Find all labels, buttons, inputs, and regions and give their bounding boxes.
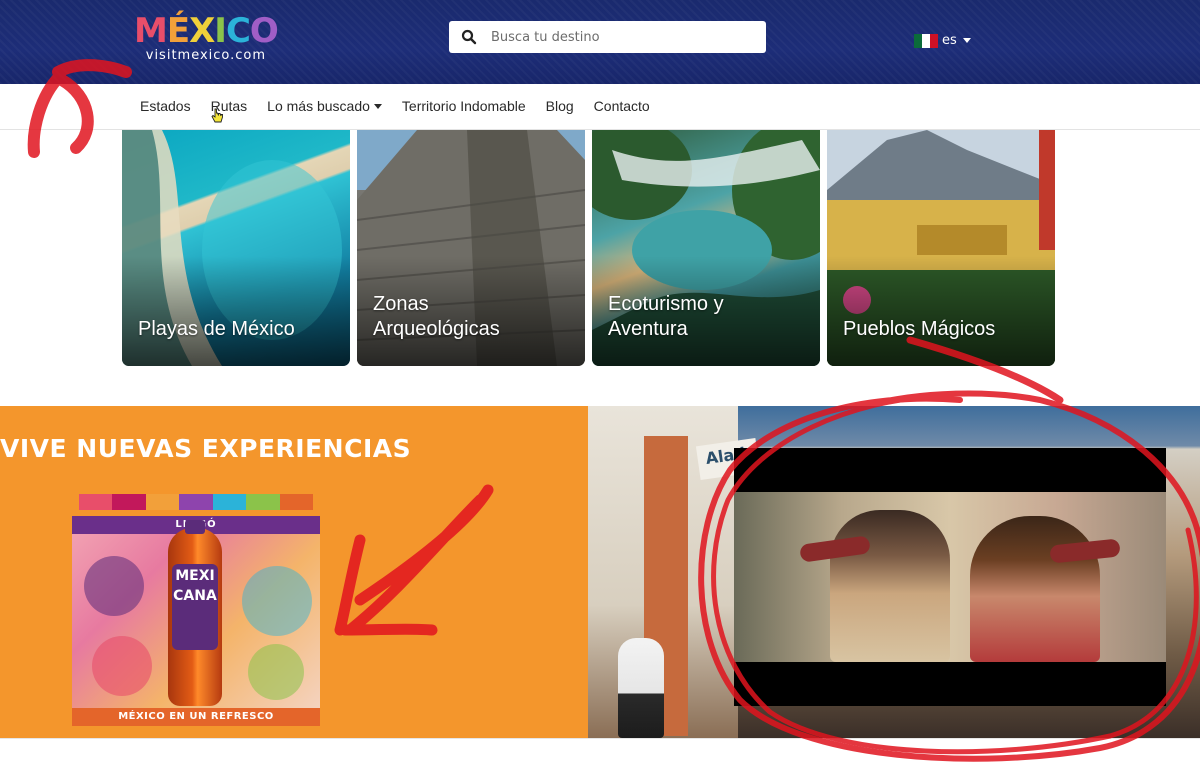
category-title: Playas de México [138, 318, 295, 340]
nav-item-label: Lo más buscado [267, 98, 370, 114]
logo-wordmark: MÉXICO [134, 11, 279, 51]
nav-item-territorio-indomable[interactable]: Territorio Indomable [402, 98, 526, 114]
nav-item-blog[interactable]: Blog [546, 98, 574, 114]
dropdown-caret-icon [373, 103, 382, 109]
pedestrian-figure [618, 638, 664, 738]
mexico-flag-icon [914, 33, 938, 48]
category-title: Zonas [373, 293, 429, 315]
language-selector[interactable]: es [914, 33, 971, 48]
nav-item-estados[interactable]: Estados [140, 98, 191, 114]
category-label: Ecoturismo y Aventura [608, 292, 724, 342]
logo-subtitle: visitmexico.com [145, 48, 267, 63]
decor-shape [242, 566, 312, 636]
poster-artwork: LLEGÓ MEXICANA MÉXICO EN UN REFRESCO [72, 516, 320, 726]
search-input[interactable] [491, 21, 761, 53]
site-header: MÉXICO visitmexico.com es [0, 0, 1200, 84]
category-card-pueblos-magicos[interactable]: Pueblos Mágicos [827, 130, 1055, 366]
category-title: Pueblos Mágicos [843, 318, 996, 340]
nav-item-label: Estados [140, 98, 191, 114]
category-title-line2: Arqueológicas [373, 318, 500, 340]
logo-letter: É [166, 11, 190, 51]
category-card-zonas-arqueologicas[interactable]: Zonas Arqueológicas [357, 130, 585, 366]
category-title: Ecoturismo y [608, 293, 724, 315]
logo-letter: M [134, 11, 168, 51]
video-section: Alad [588, 406, 1200, 738]
category-card-ecoturismo[interactable]: Ecoturismo y Aventura [592, 130, 820, 366]
bottle-cap [185, 520, 205, 534]
video-person-left [830, 510, 950, 662]
decor-shape [248, 644, 304, 700]
logo-letter: O [249, 11, 279, 51]
category-card-playas[interactable]: Playas de México [122, 130, 350, 366]
category-label: Pueblos Mágicos [843, 317, 995, 342]
video-frame [734, 492, 1166, 662]
video-player[interactable] [734, 448, 1166, 706]
card-gradient [122, 256, 350, 366]
nav-item-label: Blog [545, 98, 574, 114]
card-gradient [827, 256, 1055, 366]
category-label: Zonas Arqueológicas [373, 292, 500, 342]
soda-bottle: MEXICANA [168, 520, 222, 706]
language-code: es [942, 33, 957, 48]
decor-shape [84, 556, 144, 616]
pointer-cursor-icon [211, 108, 223, 123]
chevron-down-icon [962, 38, 971, 43]
logo-letter: X [189, 11, 215, 51]
category-label: Playas de México [138, 317, 295, 342]
poster-bottom-banner: MÉXICO EN UN REFRESCO [72, 708, 320, 726]
logo-letter: I [214, 11, 227, 51]
category-cards: Playas de México Zonas Arqueológicas Eco… [122, 130, 1056, 366]
color-bars [79, 494, 313, 510]
nav-item-label: Territorio Indomable [401, 98, 526, 114]
logo-letter: C [225, 11, 251, 51]
category-title-line2: Aventura [608, 318, 688, 340]
search-box[interactable] [449, 21, 766, 53]
nav-item-label: Contacto [593, 98, 650, 114]
main-nav: Estados Rutas Lo más buscado Territorio … [0, 84, 1200, 130]
experiences-title: VIVE NUEVAS EXPERIENCIAS [0, 434, 412, 463]
nav-item-contacto[interactable]: Contacto [594, 98, 650, 114]
experiences-banner: VIVE NUEVAS EXPERIENCIAS LLEGÓ MEXICANA … [0, 406, 588, 738]
nav-item-lo-mas-buscado[interactable]: Lo más buscado [267, 98, 382, 114]
bottle-label: MEXICANA [172, 564, 218, 650]
decor-shape [92, 636, 152, 696]
search-icon [461, 29, 477, 45]
video-person-right [970, 516, 1100, 662]
page: MÉXICO visitmexico.com es Estados Rutas … [0, 0, 1200, 778]
section-divider [0, 738, 1200, 778]
mexicana-ad-poster[interactable]: LLEGÓ MEXICANA MÉXICO EN UN REFRESCO [72, 494, 320, 730]
site-logo[interactable]: MÉXICO visitmexico.com [134, 11, 279, 63]
